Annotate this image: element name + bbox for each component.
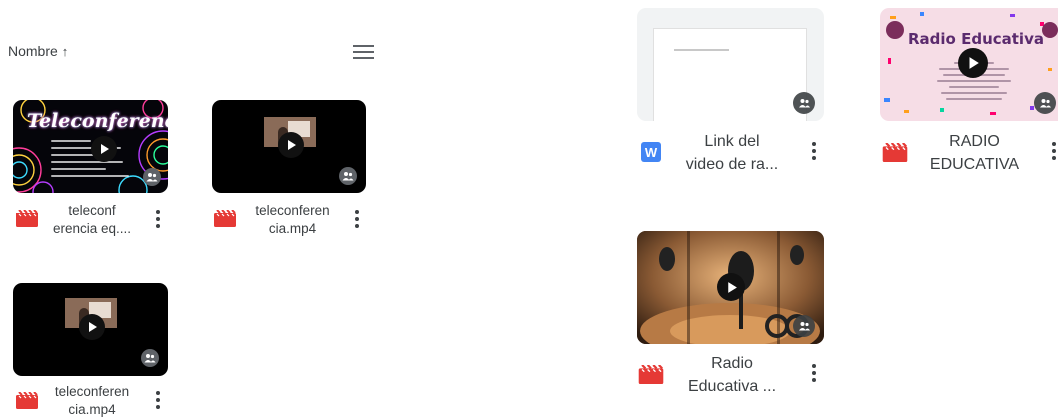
play-icon — [278, 132, 304, 158]
play-icon — [717, 273, 745, 301]
thumbnail-title: Teleconferencia — [27, 110, 168, 132]
file-name[interactable]: teleconf erencia eq.... — [42, 202, 142, 238]
file-name[interactable]: teleconferen cia.mp4 — [42, 383, 142, 419]
shared-icon — [143, 168, 161, 186]
shared-icon — [793, 315, 815, 337]
sort-ascending-arrow-icon: ↑ — [61, 43, 69, 59]
file-thumbnail[interactable] — [637, 8, 824, 121]
file-name[interactable]: Radio Educativa ... — [672, 352, 792, 398]
shared-icon — [1034, 92, 1056, 114]
more-options-icon[interactable] — [156, 210, 160, 228]
play-icon — [79, 314, 105, 340]
shared-icon — [339, 167, 357, 185]
play-icon — [91, 136, 117, 162]
shared-icon — [793, 92, 815, 114]
file-name[interactable]: Link del video de ra... — [672, 130, 792, 176]
sort-by-name-button[interactable]: Nombre ↑ — [8, 43, 68, 59]
more-options-icon[interactable] — [156, 391, 160, 409]
play-icon — [958, 48, 988, 78]
video-file-icon — [16, 210, 38, 227]
file-thumbnail[interactable]: Radio Educativa — [880, 8, 1058, 121]
more-options-icon[interactable] — [812, 142, 816, 160]
file-name[interactable]: teleconferen cia.mp4 — [240, 202, 345, 238]
video-file-icon — [882, 143, 908, 162]
file-thumbnail[interactable] — [637, 231, 824, 344]
list-view-icon[interactable] — [354, 45, 374, 59]
sort-label: Nombre — [8, 43, 58, 59]
file-thumbnail[interactable] — [212, 100, 366, 193]
word-doc-icon: W — [641, 142, 661, 162]
file-name[interactable]: RADIO EDUCATIVA — [912, 130, 1037, 176]
video-file-icon — [638, 365, 664, 384]
video-file-icon — [16, 392, 38, 409]
shared-icon — [141, 349, 159, 367]
more-options-icon[interactable] — [1052, 142, 1056, 160]
more-options-icon[interactable] — [812, 364, 816, 382]
file-thumbnail[interactable] — [13, 283, 168, 376]
file-thumbnail[interactable]: Teleconferencia — [13, 100, 168, 193]
more-options-icon[interactable] — [355, 210, 359, 228]
video-file-icon — [214, 210, 236, 227]
document-page — [653, 28, 807, 121]
thumbnail-title: Radio Educativa — [908, 30, 1044, 48]
